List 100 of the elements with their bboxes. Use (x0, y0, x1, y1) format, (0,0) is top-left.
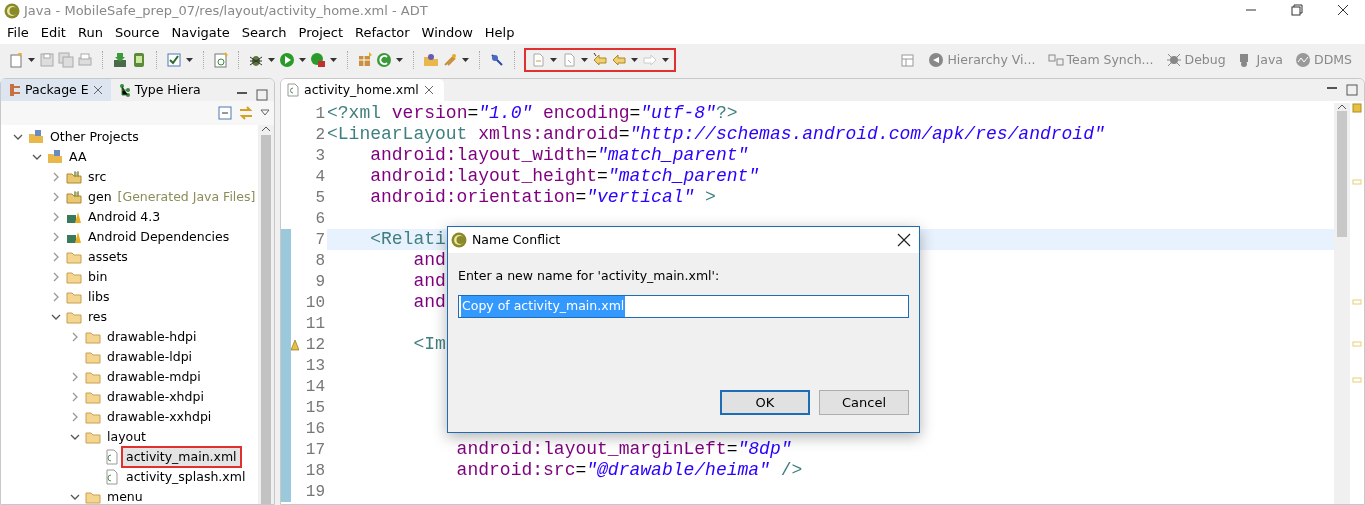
caret-icon[interactable] (267, 56, 276, 64)
file-icon (104, 469, 120, 485)
project-folder-icon (47, 149, 63, 165)
scroll-up-icon[interactable] (1337, 103, 1347, 111)
ok-button[interactable]: OK (720, 390, 810, 415)
tree-item[interactable]: bin (85, 267, 111, 287)
link-editor-icon[interactable] (238, 106, 254, 120)
caret-icon[interactable] (329, 56, 338, 64)
line-number: 14 (304, 376, 325, 398)
caret-icon[interactable] (661, 56, 670, 64)
code-line: android:layout_height="match_parent" (369, 166, 760, 187)
caret-icon[interactable] (630, 56, 639, 64)
folder-icon (66, 289, 82, 305)
tree-item[interactable]: gen (85, 187, 115, 207)
tree-item[interactable]: src (85, 167, 110, 187)
tree-item[interactable]: drawable-hdpi (104, 327, 200, 347)
tree-item[interactable]: activity_main.xml (123, 447, 240, 467)
panel-tab[interactable]: Package E (1, 79, 111, 101)
download-icon[interactable] (112, 52, 128, 68)
tree-item[interactable]: assets (85, 247, 131, 267)
prompt-text: Enter a new name for 'activity_main.xml': (458, 267, 721, 285)
code-line: android:orientation="vertical" > (369, 187, 716, 208)
dialog-title: Name Conflict (472, 230, 561, 249)
caret-icon[interactable] (580, 56, 589, 64)
maximize-icon[interactable] (1346, 84, 1358, 96)
run-icon[interactable] (279, 52, 295, 68)
line-number: 2 (314, 124, 325, 146)
menu-title[interactable]: Project (293, 23, 350, 43)
menu-title[interactable]: Navigate (166, 23, 237, 43)
class-icon[interactable] (376, 52, 392, 68)
package-icon[interactable] (357, 52, 373, 68)
tree-item[interactable]: Other Projects (47, 127, 142, 147)
tree-item[interactable]: layout (104, 427, 149, 447)
new-xml-file-icon[interactable] (213, 52, 229, 68)
line-number: 11 (304, 313, 325, 335)
tree-item[interactable]: drawable-mdpi (104, 367, 204, 387)
caret-icon[interactable] (461, 56, 470, 64)
print-icon[interactable] (77, 52, 93, 68)
line-number: 17 (304, 439, 325, 461)
annotation-marker-icon (1352, 377, 1362, 383)
code-line: android:layout_width="match_parent" (369, 145, 749, 166)
panel-tab[interactable]: Type Hiera (110, 79, 209, 101)
tree-item[interactable]: drawable-ldpi (104, 347, 196, 367)
phone-icon[interactable] (131, 52, 147, 68)
tree-item-note: [Generated Java Files] (117, 187, 256, 206)
line-number: 9 (314, 271, 325, 293)
caret-icon[interactable] (27, 56, 36, 64)
code-line: <LinearLayout xmlns:android="http://schemas.android.com/apk/res/android" (327, 124, 1105, 145)
close-icon[interactable] (897, 233, 911, 247)
menu-title[interactable]: Edit (35, 23, 73, 43)
scroll-up-icon[interactable] (261, 125, 271, 133)
line-number: 6 (314, 208, 325, 230)
folder-icon (85, 489, 101, 504)
tree-item[interactable]: drawable-xxhdpi (104, 407, 215, 427)
source-folder-icon (66, 169, 82, 185)
maximize-icon[interactable] (256, 89, 268, 101)
menu-title[interactable]: Search (236, 23, 294, 43)
view-menu-icon[interactable] (260, 109, 270, 117)
code-line: <Im (412, 334, 446, 355)
caret-icon[interactable] (395, 56, 404, 64)
menu-title[interactable]: Source (109, 23, 167, 43)
line-number: 10 (304, 292, 325, 314)
hierarchy-icon (118, 83, 131, 97)
menu-title[interactable]: Refactor (350, 23, 417, 43)
folder-icon (85, 409, 101, 425)
project-folder-icon (28, 129, 44, 145)
checkbox-icon[interactable] (166, 52, 182, 68)
restore-icon[interactable] (1291, 4, 1303, 16)
menu-title[interactable]: Run (72, 23, 110, 43)
folder-icon (85, 389, 101, 405)
window-title: Java - MobileSafe_prep_07/res/layout/activity_home.xml - ADT (24, 2, 428, 21)
menu-title[interactable]: File (2, 23, 36, 43)
line-number: 16 (304, 418, 325, 440)
scrollbar-thumb[interactable] (261, 135, 271, 504)
caret-icon[interactable] (549, 56, 558, 64)
run-tool-icon[interactable] (310, 52, 326, 68)
open-folder-icon[interactable] (423, 52, 439, 68)
pin-icon[interactable] (489, 52, 505, 68)
annotation-marker-icon (1352, 299, 1362, 305)
tree-item[interactable]: AA (66, 147, 90, 167)
editor-tab[interactable]: activity_home.xml (281, 79, 444, 101)
cancel-button[interactable]: Cancel (819, 390, 909, 415)
tree-item[interactable]: drawable-xhdpi (104, 387, 207, 407)
line-number: 12 (304, 334, 325, 356)
menu-title[interactable]: Window (416, 23, 480, 43)
close-icon[interactable] (1337, 4, 1349, 16)
caret-icon[interactable] (185, 56, 194, 64)
tree-item[interactable]: Android Dependencies (85, 227, 233, 247)
collapse-all-icon[interactable] (218, 106, 232, 120)
tree-item[interactable]: menu (104, 487, 146, 504)
tree-item[interactable]: activity_splash.xml (123, 467, 249, 487)
scrollbar-thumb[interactable] (1337, 111, 1347, 237)
tree-item[interactable]: Android 4.3 (85, 207, 164, 227)
code-line: <?xml version="1.0" encoding="utf-8"?> (327, 103, 738, 124)
open-perspective-icon[interactable] (900, 52, 917, 68)
menu-title[interactable]: Help (479, 23, 522, 43)
code-line: android:layout_marginLeft="8dp" (455, 439, 792, 460)
tree-item[interactable]: res (85, 307, 111, 327)
caret-icon[interactable] (298, 56, 307, 64)
tree-item[interactable]: libs (85, 287, 113, 307)
